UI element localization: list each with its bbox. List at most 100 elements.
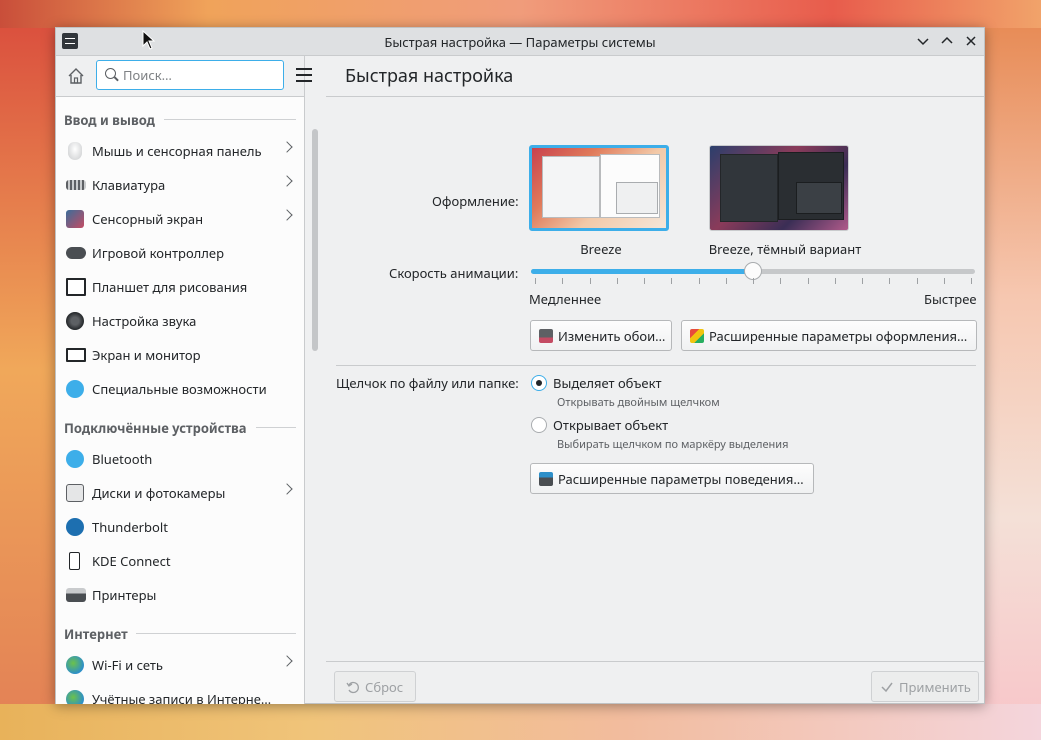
wallpaper-bottom: [0, 704, 1041, 740]
radio-open-object-label[interactable]: Открывает объект: [553, 416, 668, 434]
slider-tick: [644, 278, 645, 284]
slider-tick: [698, 278, 700, 284]
group-header-input-output: Ввод и вывод: [64, 111, 155, 129]
wallpaper-icon: [539, 329, 553, 343]
sidebar-item-accessibility[interactable]: Специальные возможности: [56, 372, 304, 406]
sidebar-item-label: Учётные записи в Интерне…: [92, 690, 272, 704]
theme-breeze-dark-preview[interactable]: [709, 145, 849, 231]
sidebar-item-gamepad[interactable]: Игровой контроллер: [56, 236, 304, 270]
section-divider: [336, 365, 976, 366]
sidebar-item-tablet[interactable]: Планшет для рисования: [56, 270, 304, 304]
slider-tick: [834, 278, 836, 284]
slider-tick: [780, 278, 782, 284]
kdeconnect-icon: [69, 552, 80, 570]
radio-open-object[interactable]: [531, 417, 547, 433]
chevron-right-icon: [281, 141, 293, 153]
animation-speed-label: Скорость анимации:: [389, 264, 519, 282]
chevron-down-icon: [917, 38, 929, 46]
maximize-button[interactable]: [938, 32, 956, 50]
slider-tick: [807, 278, 809, 284]
slider-tick: [916, 278, 918, 284]
titlebar[interactable]: Быстрая настройка — Параметры системы: [56, 28, 984, 56]
radio-select-object[interactable]: [531, 375, 547, 391]
slider-tick: [725, 278, 727, 284]
sidebar-item-label: Мышь и сенсорная панель: [92, 142, 262, 160]
slider-tick: [671, 278, 673, 284]
sidebar-item-label: Специальные возможности: [92, 380, 267, 398]
check-icon: [881, 682, 893, 693]
change-wallpaper-button[interactable]: Изменить обои…: [530, 320, 672, 351]
behavior-icon: [539, 472, 553, 486]
radio-select-object-hint: Открывать двойным щелчком: [557, 395, 720, 410]
sidebar: Ввод и вывод Мышь и сенсорная панель Кла…: [56, 56, 318, 704]
sidebar-item-label: Принтеры: [92, 586, 157, 604]
audio-icon: [66, 312, 84, 330]
wallpaper-left: [0, 0, 60, 740]
wallpaper-right: [985, 0, 1041, 740]
search-field[interactable]: [96, 60, 284, 90]
search-input[interactable]: [123, 66, 273, 84]
sidebar-scrollbar[interactable]: [312, 129, 318, 351]
sidebar-item-label: Экран и монитор: [92, 346, 201, 364]
sidebar-item-disks[interactable]: Диски и фотокамеры: [56, 476, 304, 510]
sidebar-item-label: Диски и фотокамеры: [92, 484, 226, 502]
sidebar-nav: Ввод и вывод Мышь и сенсорная панель Кла…: [56, 97, 304, 704]
click-behavior-label: Щелчок по файлу или папке:: [336, 374, 519, 392]
sidebar-item-thunderbolt[interactable]: Thunderbolt: [56, 510, 304, 544]
chevron-right-icon: [281, 175, 293, 187]
slider-tick: [889, 278, 891, 284]
search-icon: [105, 68, 116, 79]
sidebar-item-label: Игровой контроллер: [92, 244, 225, 262]
sidebar-item-label: KDE Connect: [92, 552, 171, 570]
tablet-icon: [66, 278, 86, 296]
theme-breeze-dark-caption: Breeze, тёмный вариант: [708, 240, 862, 258]
palette-icon: [690, 329, 704, 343]
sidebar-item-label: Bluetooth: [92, 450, 153, 468]
sidebar-item-display[interactable]: Экран и монитор: [56, 338, 304, 372]
sidebar-item-network[interactable]: Wi-Fi и сеть: [56, 648, 304, 682]
wallpaper-top: [0, 0, 1041, 28]
menu-button[interactable]: [296, 68, 312, 82]
sidebar-item-label: Wi-Fi и сеть: [92, 656, 164, 674]
sidebar-item-keyboard[interactable]: Клавиатура: [56, 168, 304, 202]
sidebar-item-printers[interactable]: Принтеры: [56, 578, 304, 612]
slider-tick: [562, 278, 564, 284]
minimize-button[interactable]: [914, 32, 932, 50]
advanced-appearance-button[interactable]: Расширенные параметры оформления…: [681, 320, 977, 351]
footer-bar: Сброс Применить: [326, 661, 984, 705]
theme-breeze-caption: Breeze: [580, 240, 622, 258]
appearance-label: Оформление:: [432, 192, 519, 210]
sidebar-item-accounts[interactable]: Учётные записи в Интерне…: [56, 682, 304, 704]
radio-select-object-label[interactable]: Выделяет объект: [553, 374, 662, 392]
group-header-internet: Интернет: [64, 625, 128, 643]
sidebar-toolbar: [56, 56, 312, 97]
theme-breeze-preview[interactable]: [529, 145, 669, 231]
chevron-up-icon: [941, 36, 953, 44]
mouse-cursor-icon: [142, 30, 156, 50]
home-icon: [68, 68, 84, 84]
slider-tick: [943, 278, 945, 284]
slider-fill: [531, 269, 753, 274]
sidebar-item-touchscreen[interactable]: Сенсорный экран: [56, 202, 304, 236]
sidebar-item-kdeconnect[interactable]: KDE Connect: [56, 544, 304, 578]
slider-tick: [971, 278, 972, 284]
advanced-behavior-button[interactable]: Расширенные параметры поведения…: [530, 463, 814, 494]
slider-tick: [535, 278, 536, 284]
window-title: Быстрая настройка — Параметры системы: [384, 33, 656, 51]
reset-button[interactable]: Сброс: [334, 671, 416, 702]
thunderbolt-icon: [66, 518, 84, 536]
home-button[interactable]: [66, 66, 86, 86]
sidebar-item-bluetooth[interactable]: Bluetooth: [56, 442, 304, 476]
monitor-icon: [66, 348, 86, 362]
sidebar-item-audio[interactable]: Настройка звука: [56, 304, 304, 338]
sidebar-item-mouse[interactable]: Мышь и сенсорная панель: [56, 134, 304, 168]
sidebar-item-label: Сенсорный экран: [92, 210, 204, 228]
close-button[interactable]: [962, 32, 980, 50]
sidebar-item-label: Thunderbolt: [92, 518, 168, 536]
chevron-right-icon: [281, 483, 293, 495]
settings-window: Быстрая настройка — Параметры системы Вв…: [55, 27, 985, 704]
radio-open-object-hint: Выбирать щелчком по маркёру выделения: [557, 437, 789, 452]
apply-button[interactable]: Применить: [871, 671, 979, 702]
touchscreen-icon: [66, 210, 84, 228]
sidebar-item-label: Настройка звука: [92, 312, 197, 330]
